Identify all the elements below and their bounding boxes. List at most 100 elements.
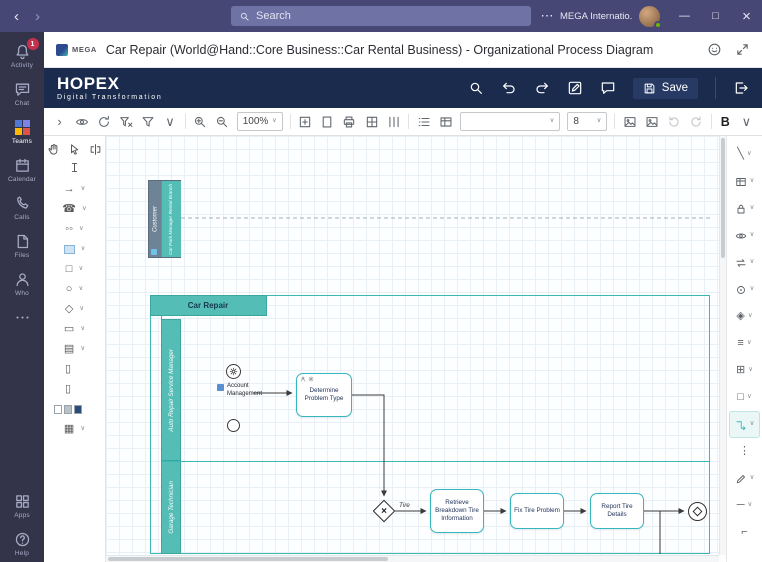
rail-item-calendar[interactable]: Calendar xyxy=(0,150,44,188)
account-management-node[interactable]: Account Management xyxy=(217,383,265,398)
rightbar-item-swap[interactable]: ∨ xyxy=(729,249,760,276)
rightbar-item-eye[interactable]: ∨ xyxy=(729,222,760,249)
palette-item-hatch-square[interactable]: ▤ ∨ xyxy=(48,339,101,359)
rightbar-item-table[interactable]: ∨ xyxy=(729,168,760,195)
refresh-button[interactable] xyxy=(96,113,111,131)
hand-tool[interactable] xyxy=(47,143,60,156)
image-button[interactable] xyxy=(645,113,660,131)
close-button[interactable]: × xyxy=(731,0,762,32)
palette-item-phone[interactable]: ☎ ∨ xyxy=(48,199,101,219)
palette-item-doc[interactable]: ▯ xyxy=(48,379,101,399)
rail-item-calls[interactable]: Calls xyxy=(0,188,44,226)
rightbar-item-bars[interactable]: ≡ ∨ xyxy=(729,330,760,357)
palette-item-doc[interactable]: ▯ xyxy=(48,359,101,379)
palette-item-square-blue[interactable]: ∨ xyxy=(48,239,101,259)
rightbar-item-shapes[interactable]: ◈ ∨ xyxy=(729,303,760,330)
horizontal-scroll-thumb[interactable] xyxy=(108,557,388,561)
rightbar-item-square[interactable]: □ ∨ xyxy=(729,384,760,411)
list-button[interactable] xyxy=(416,113,431,131)
diagram-canvas[interactable]: Customer Car Park Manager Rental Branch … xyxy=(106,136,726,562)
rotate-cw-button[interactable] xyxy=(689,113,704,131)
rightbar-item-corner[interactable]: ⌐ xyxy=(729,519,760,546)
lane-auto-repair-service-manager[interactable]: Auto Repair Service Manager xyxy=(161,319,181,461)
rightbar-item-pencil[interactable]: ∨ xyxy=(729,465,760,492)
maximize-button[interactable]: □ xyxy=(700,0,731,32)
columns-button[interactable] xyxy=(386,113,401,131)
more-options-icon[interactable]: ⋯ xyxy=(534,8,560,24)
task-fix-tire-problem[interactable]: Fix Tire Problem xyxy=(510,493,564,529)
chevron-down-button[interactable]: ∨ xyxy=(739,113,754,131)
palette-item-arrow-right[interactable]: → ∨ xyxy=(48,179,101,199)
rotate-ccw-button[interactable] xyxy=(667,113,682,131)
image-button[interactable] xyxy=(622,113,637,131)
palette-item-circle[interactable]: ○ ∨ xyxy=(48,279,101,299)
rail-item-more[interactable] xyxy=(0,302,44,333)
sign-out-icon[interactable] xyxy=(733,80,749,96)
rightbar-item-plus-box[interactable]: ⊞ ∨ xyxy=(729,357,760,384)
redo-icon[interactable] xyxy=(534,80,550,96)
rail-item-apps[interactable]: Apps xyxy=(0,486,44,524)
table-button[interactable] xyxy=(438,113,453,131)
bold-button[interactable]: B xyxy=(719,115,732,129)
rail-item-files[interactable]: Files xyxy=(0,226,44,264)
shape-style-select[interactable]: ∨ xyxy=(460,112,561,131)
rightbar-item-dots-v[interactable]: ⋮ xyxy=(729,438,760,465)
rightbar-item-target[interactable]: ∨ xyxy=(729,276,760,303)
service-event[interactable] xyxy=(226,364,241,379)
comment-icon[interactable] xyxy=(600,80,616,96)
cursor-tool[interactable] xyxy=(68,143,81,156)
task-report-tire-details[interactable]: Report Tire Details xyxy=(590,493,644,529)
rail-item-teams[interactable]: Teams xyxy=(0,112,44,150)
palette-item-pages[interactable] xyxy=(48,399,101,419)
palette-item-grid-square[interactable]: ▦ ∨ xyxy=(48,419,101,439)
print-button[interactable] xyxy=(342,113,357,131)
vertical-scrollbar[interactable] xyxy=(719,136,726,555)
rightbar-item-line[interactable]: ─ ∨ xyxy=(729,492,760,519)
palette-item-diamond[interactable]: ◇ ∨ xyxy=(48,299,101,319)
feedback-smiley-icon[interactable] xyxy=(707,42,722,57)
chevron-right-button[interactable]: › xyxy=(52,113,67,131)
funnel-button[interactable] xyxy=(140,113,155,131)
rightbar-item-diag[interactable]: ╲ ∨ xyxy=(729,141,760,168)
zoom-out-button[interactable] xyxy=(215,113,230,131)
forward-icon[interactable]: › xyxy=(35,8,40,25)
zoom-select[interactable]: 100% ∨ xyxy=(236,112,283,131)
rail-item-activity[interactable]: 1 Activity xyxy=(0,36,44,74)
palette-item-ellipses[interactable]: ◦◦ ∨ xyxy=(48,219,101,239)
account-name[interactable]: MEGA Internatio... xyxy=(560,11,632,22)
rail-item-chat[interactable]: Chat xyxy=(0,74,44,112)
expand-window-icon[interactable] xyxy=(735,42,750,57)
palette-item-rect-wide[interactable]: ▭ ∨ xyxy=(48,319,101,339)
grid-button[interactable] xyxy=(364,113,379,131)
lane-garage-technician[interactable]: Garage Technician xyxy=(161,461,181,554)
page-fit-button[interactable] xyxy=(298,113,313,131)
rightbar-item-lock[interactable]: ∨ xyxy=(729,195,760,222)
search-icon[interactable] xyxy=(468,80,484,96)
rightbar-item-elbow[interactable]: ∨ xyxy=(729,411,760,438)
funnel-x-button[interactable] xyxy=(118,113,133,131)
undo-icon[interactable] xyxy=(501,80,517,96)
task-retrieve-breakdown-tire-information[interactable]: Retrieve Breakdown Tire Information xyxy=(430,489,484,533)
rail-item-help[interactable]: Help xyxy=(0,524,44,562)
end-event[interactable] xyxy=(688,502,707,521)
horizontal-scrollbar[interactable] xyxy=(106,555,719,562)
rail-item-who[interactable]: Who xyxy=(0,264,44,302)
zoom-in-button[interactable] xyxy=(193,113,208,131)
vertical-scroll-thumb[interactable] xyxy=(721,138,725,258)
customer-pool[interactable]: Customer Car Park Manager Rental Branch xyxy=(148,180,181,258)
minimize-button[interactable]: — xyxy=(669,0,700,32)
search-input[interactable] xyxy=(256,10,523,22)
pool-title-tab[interactable]: Car Repair xyxy=(149,294,267,316)
start-event[interactable] xyxy=(227,419,240,432)
car-park-manager-lane[interactable]: Car Park Manager Rental Branch xyxy=(161,181,181,257)
save-button[interactable]: Save xyxy=(632,77,698,99)
edit-note-icon[interactable] xyxy=(567,80,583,96)
back-icon[interactable]: ‹ xyxy=(14,8,19,25)
page-button[interactable] xyxy=(320,113,335,131)
compare-tool[interactable] xyxy=(89,143,102,156)
palette-item-square[interactable]: □ ∨ xyxy=(48,259,101,279)
chevron-down-button[interactable]: ∨ xyxy=(162,113,177,131)
search-box[interactable] xyxy=(231,6,531,26)
font-size-select[interactable]: 8 ∨ xyxy=(567,112,608,131)
ibeam-tool[interactable] xyxy=(68,161,81,174)
